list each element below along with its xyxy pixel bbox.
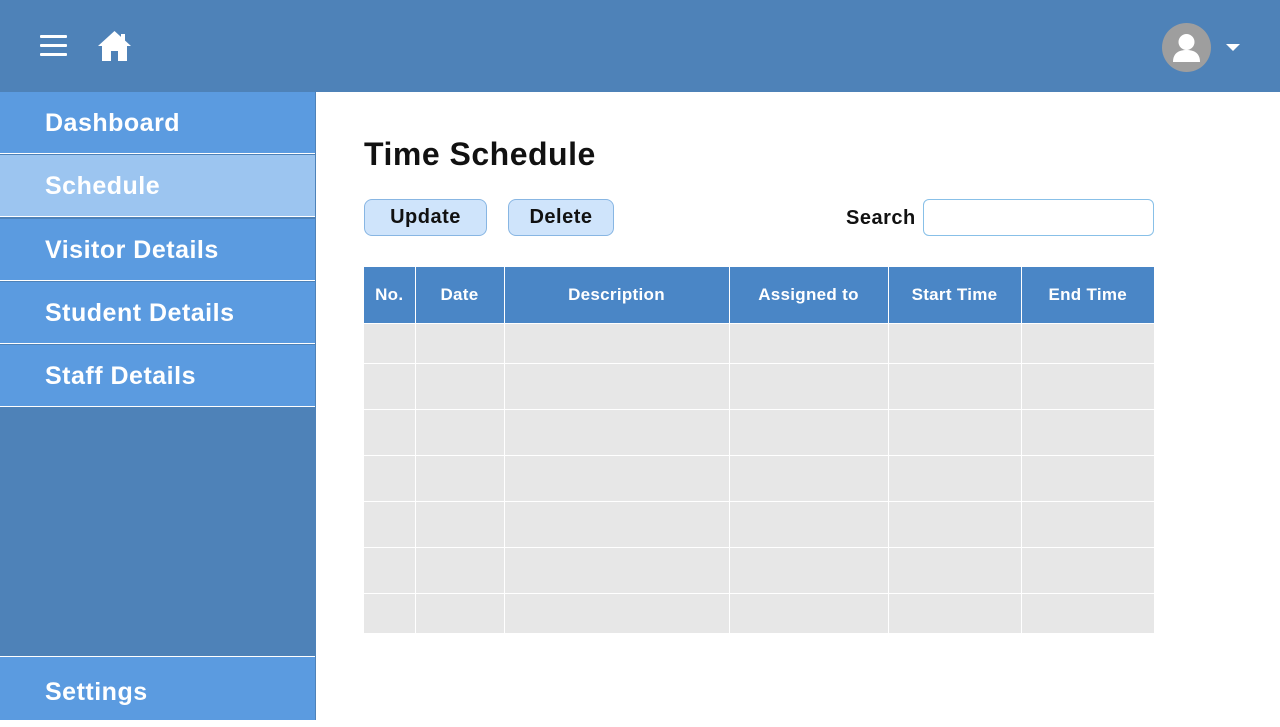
table-cell[interactable] xyxy=(414,501,505,548)
table-cell[interactable] xyxy=(1020,363,1154,410)
table-row[interactable] xyxy=(364,547,1154,594)
table-cell[interactable] xyxy=(503,323,730,364)
table-cell[interactable] xyxy=(887,409,1022,456)
table-cell[interactable] xyxy=(364,409,416,456)
table-cell[interactable] xyxy=(887,363,1022,410)
table-cell[interactable] xyxy=(364,323,416,364)
table-cell[interactable] xyxy=(1020,455,1154,502)
table-cell[interactable] xyxy=(887,501,1022,548)
sidebar-item-visitor-details[interactable]: Visitor Details xyxy=(0,219,315,281)
table-cell[interactable] xyxy=(414,547,505,594)
table-row[interactable] xyxy=(364,593,1154,634)
table-cell[interactable] xyxy=(728,547,889,594)
table-cell[interactable] xyxy=(414,363,505,410)
table-cell[interactable] xyxy=(1020,409,1154,456)
table-cell[interactable] xyxy=(364,501,416,548)
sidebar-item-staff-details[interactable]: Staff Details xyxy=(0,345,315,407)
table-cell[interactable] xyxy=(728,593,889,634)
table-cell[interactable] xyxy=(728,455,889,502)
table-cell[interactable] xyxy=(364,593,416,634)
column-header-no[interactable]: No. xyxy=(364,267,415,324)
table-row[interactable] xyxy=(364,409,1154,456)
column-header-date[interactable]: Date xyxy=(414,267,504,324)
column-header-assigned-to[interactable]: Assigned to xyxy=(728,267,888,324)
column-header-description[interactable]: Description xyxy=(503,267,729,324)
table-cell[interactable] xyxy=(364,363,416,410)
user-avatar-icon[interactable] xyxy=(1162,23,1211,72)
sidebar-item-dashboard[interactable]: Dashboard xyxy=(0,92,315,154)
table-cell[interactable] xyxy=(364,455,416,502)
table-body xyxy=(364,323,1154,634)
table-cell[interactable] xyxy=(414,323,505,364)
table-cell[interactable] xyxy=(1020,501,1154,548)
table-cell[interactable] xyxy=(1020,547,1154,594)
search-label: Search xyxy=(846,207,916,229)
top-bar xyxy=(0,0,1280,92)
table-cell[interactable] xyxy=(887,547,1022,594)
search-input[interactable] xyxy=(923,199,1154,236)
table-cell[interactable] xyxy=(364,547,416,594)
sidebar-item-schedule[interactable]: Schedule xyxy=(0,155,315,217)
table-cell[interactable] xyxy=(728,363,889,410)
table-cell[interactable] xyxy=(728,323,889,364)
table-cell[interactable] xyxy=(503,501,730,548)
table-row[interactable] xyxy=(364,455,1154,502)
update-button[interactable]: Update xyxy=(364,199,487,236)
table-cell[interactable] xyxy=(414,455,505,502)
table-cell[interactable] xyxy=(728,501,889,548)
table-row[interactable] xyxy=(364,501,1154,548)
column-header-start-time[interactable]: Start Time xyxy=(887,267,1021,324)
table-cell[interactable] xyxy=(887,455,1022,502)
table-cell[interactable] xyxy=(1020,323,1154,364)
table-cell[interactable] xyxy=(414,593,505,634)
table-cell[interactable] xyxy=(887,323,1022,364)
table-header-row: No. Date Description Assigned to Start T… xyxy=(364,267,1154,324)
sidebar: Dashboard Schedule Visitor Details Stude… xyxy=(0,92,316,720)
hamburger-menu-icon[interactable] xyxy=(40,33,67,57)
schedule-table: No. Date Description Assigned to Start T… xyxy=(364,267,1154,634)
table-cell[interactable] xyxy=(503,547,730,594)
sidebar-item-student-details[interactable]: Student Details xyxy=(0,282,315,344)
sidebar-item-settings[interactable]: Settings xyxy=(0,656,315,720)
delete-button[interactable]: Delete xyxy=(508,199,614,236)
page-title: Time Schedule xyxy=(364,136,596,172)
table-cell[interactable] xyxy=(503,363,730,410)
table-row[interactable] xyxy=(364,323,1154,364)
table-cell[interactable] xyxy=(728,409,889,456)
table-cell[interactable] xyxy=(414,409,505,456)
column-header-end-time[interactable]: End Time xyxy=(1020,267,1154,324)
table-cell[interactable] xyxy=(887,593,1022,634)
home-icon[interactable] xyxy=(96,29,133,63)
table-cell[interactable] xyxy=(503,455,730,502)
table-cell[interactable] xyxy=(503,409,730,456)
table-cell[interactable] xyxy=(503,593,730,634)
table-row[interactable] xyxy=(364,363,1154,410)
table-cell[interactable] xyxy=(1020,593,1154,634)
caret-down-icon[interactable] xyxy=(1226,43,1240,52)
